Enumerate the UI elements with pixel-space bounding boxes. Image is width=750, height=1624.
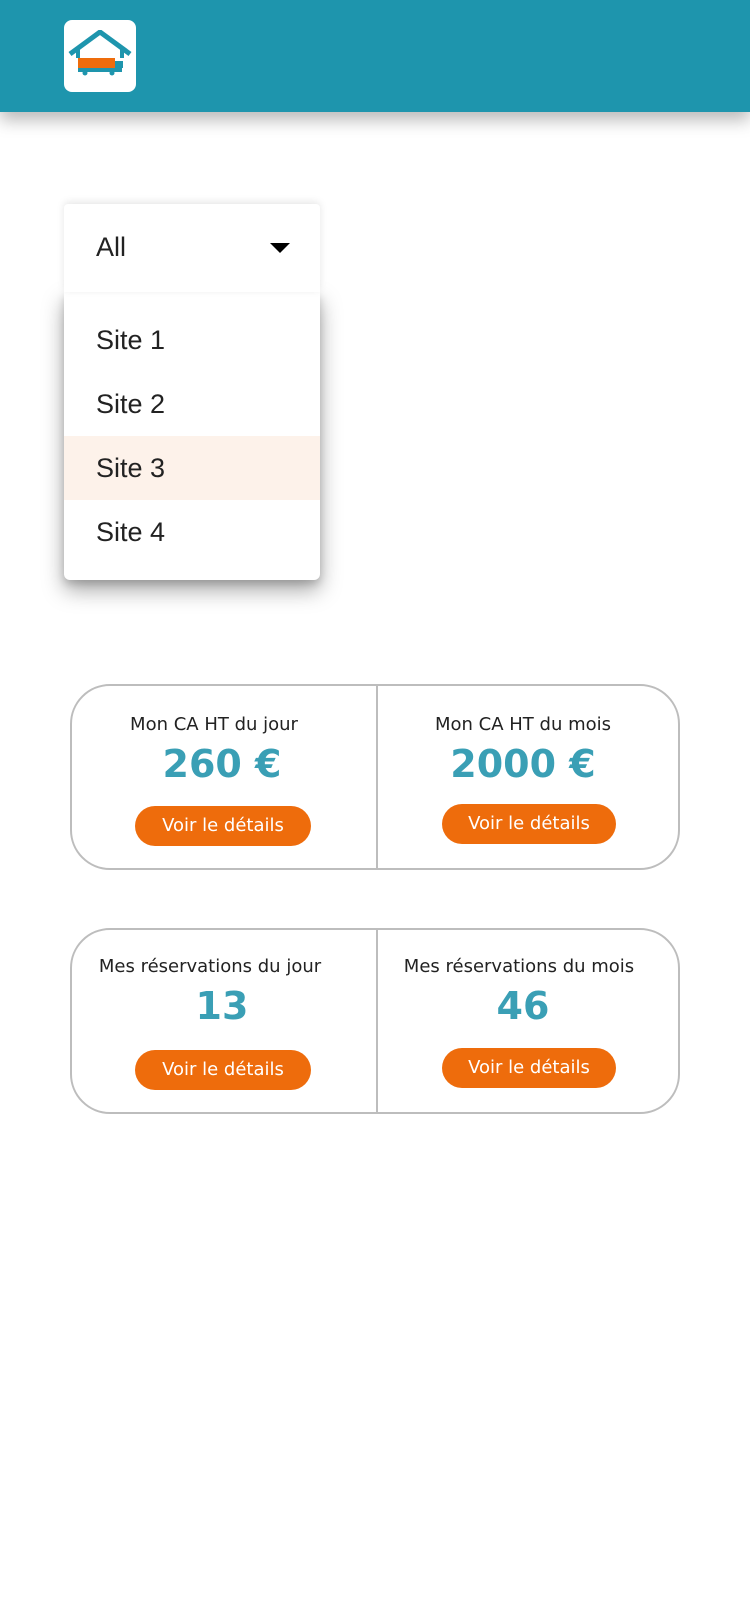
revenue-month-details-button[interactable]: Voir le détails — [442, 804, 616, 844]
revenue-month-value: 2000 € — [450, 742, 596, 786]
reservations-day-label: Mes réservations du jour — [98, 956, 322, 977]
site-dropdown-menu: Site 1 Site 2 Site 3 Site 4 — [64, 292, 320, 580]
menu-item-site-4[interactable]: Site 4 — [64, 500, 320, 564]
reservations-month-label: Mes réservations du mois — [403, 956, 635, 977]
revenue-day-details-button[interactable]: Voir le détails — [135, 806, 311, 846]
caret-down-icon[interactable] — [270, 243, 290, 253]
site-select-value: All — [96, 232, 127, 262]
menu-item-site-1[interactable]: Site 1 — [64, 308, 320, 372]
warehouse-truck-logo-icon — [68, 30, 132, 76]
menu-item-site-3[interactable]: Site 3 — [64, 436, 320, 500]
revenue-day-label: Mon CA HT du jour — [130, 714, 298, 735]
revenue-month-label: Mon CA HT du mois — [434, 714, 611, 735]
reservations-day-details-button[interactable]: Voir le détails — [135, 1050, 311, 1090]
reservations-day-value: 13 — [195, 984, 249, 1028]
reservations-month-value: 46 — [496, 984, 550, 1028]
reservations-card: Mes réservations du jour 13 Voir le déta… — [70, 928, 680, 1114]
revenue-card: Mon CA HT du jour 260 € Voir le détails … — [70, 684, 680, 870]
app-logo[interactable] — [64, 20, 136, 92]
menu-item-site-2[interactable]: Site 2 — [64, 372, 320, 436]
app-header — [0, 0, 750, 112]
reservations-month-details-button[interactable]: Voir le détails — [442, 1048, 616, 1088]
site-select[interactable]: All — [64, 204, 320, 292]
revenue-day-value: 260 € — [162, 742, 282, 786]
